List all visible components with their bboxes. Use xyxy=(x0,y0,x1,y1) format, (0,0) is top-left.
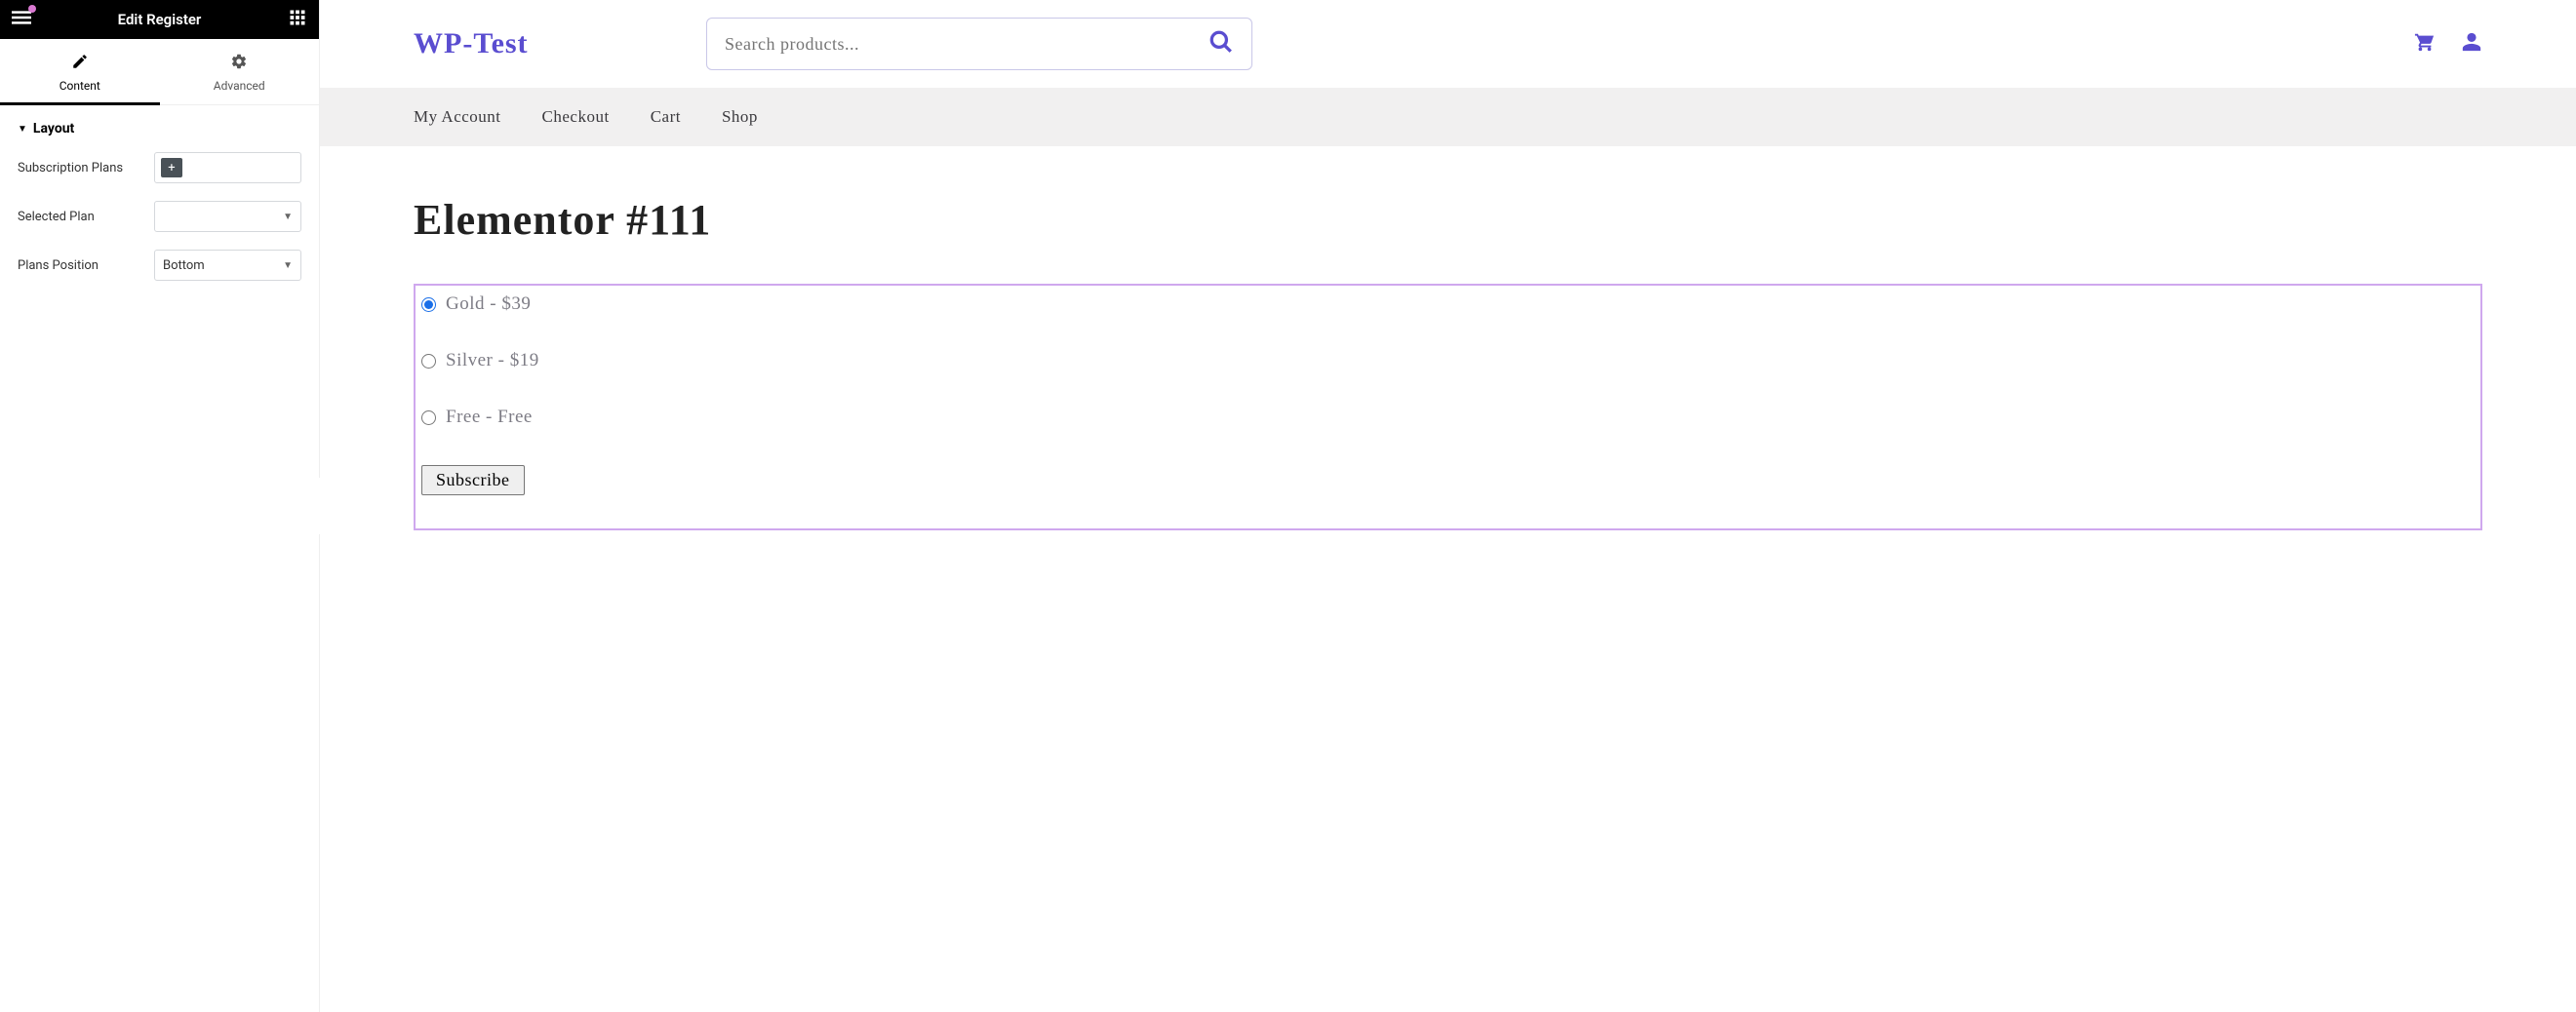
section-layout: ▼ Layout Subscription Plans + Selected P… xyxy=(0,105,319,291)
plan-radio[interactable] xyxy=(421,410,436,425)
control-subscription-plans: Subscription Plans + xyxy=(18,152,301,183)
subscription-plans-label: Subscription Plans xyxy=(18,161,144,175)
plans-position-value: Bottom xyxy=(163,258,205,273)
nav-shop[interactable]: Shop xyxy=(722,107,758,127)
caret-down-icon: ▼ xyxy=(18,124,27,135)
panel-header: Edit Register xyxy=(0,0,319,39)
user-icon xyxy=(2461,31,2482,53)
plus-icon: + xyxy=(168,162,175,175)
section-layout-title: Layout xyxy=(33,121,74,136)
section-layout-controls: Subscription Plans + Selected Plan ▼ xyxy=(0,146,319,291)
plan-list: Gold - $39 Silver - $19 Free - Free xyxy=(421,292,2475,428)
site-topbar: WP-Test xyxy=(320,0,2576,88)
gear-icon xyxy=(230,53,248,73)
control-selected-plan: Selected Plan ▼ xyxy=(18,201,301,232)
plan-label: Gold - $39 xyxy=(446,293,531,315)
chevron-down-icon: ▼ xyxy=(283,212,293,222)
plan-radio[interactable] xyxy=(421,297,436,312)
panel-title: Edit Register xyxy=(33,11,286,28)
plan-label: Free - Free xyxy=(446,407,533,428)
preview-area: WP-Test My Account Checkout Cart Shop xyxy=(320,0,2576,1012)
content-area: Elementor #111 Gold - $39 Silver - $19 F… xyxy=(320,146,2576,579)
plan-option[interactable]: Silver - $19 xyxy=(421,350,2475,371)
search-box xyxy=(706,18,1252,70)
section-layout-header[interactable]: ▼ Layout xyxy=(0,105,319,146)
grid-icon xyxy=(289,9,306,30)
cart-icon-button[interactable] xyxy=(2414,31,2436,57)
nav-checkout[interactable]: Checkout xyxy=(542,107,610,127)
cart-icon xyxy=(2414,31,2436,53)
page-heading: Elementor #111 xyxy=(414,195,2482,245)
nav-my-account[interactable]: My Account xyxy=(414,107,501,127)
control-plans-position: Plans Position Bottom ▼ xyxy=(18,250,301,281)
topbar-icons xyxy=(2414,31,2482,57)
chevron-down-icon: ▼ xyxy=(283,260,293,271)
panel-widgets-button[interactable] xyxy=(286,8,309,31)
nav-cart[interactable]: Cart xyxy=(651,107,681,127)
register-widget[interactable]: Gold - $39 Silver - $19 Free - Free Subs… xyxy=(414,284,2482,530)
search-button[interactable] xyxy=(1209,29,1234,58)
tab-advanced-label: Advanced xyxy=(214,79,265,93)
plan-option[interactable]: Gold - $39 xyxy=(421,293,2475,315)
pencil-icon xyxy=(71,53,89,73)
notification-dot-icon xyxy=(28,5,36,13)
plans-position-label: Plans Position xyxy=(18,258,144,273)
selected-plan-label: Selected Plan xyxy=(18,210,144,224)
plan-radio[interactable] xyxy=(421,354,436,369)
subscribe-button[interactable]: Subscribe xyxy=(421,465,525,495)
tab-advanced[interactable]: Advanced xyxy=(160,39,320,104)
site-nav: My Account Checkout Cart Shop xyxy=(320,88,2576,146)
plans-position-select[interactable]: Bottom ▼ xyxy=(154,250,301,281)
plan-option[interactable]: Free - Free xyxy=(421,407,2475,428)
tab-content[interactable]: Content xyxy=(0,39,160,105)
search-input[interactable] xyxy=(725,34,1209,55)
selected-plan-select[interactable]: ▼ xyxy=(154,201,301,232)
panel-tabs: Content Advanced xyxy=(0,39,319,105)
plan-label: Silver - $19 xyxy=(446,350,539,371)
add-plan-button[interactable]: + xyxy=(161,158,182,177)
subscription-plans-input[interactable]: + xyxy=(154,152,301,183)
editor-panel: Edit Register Content Advanced xyxy=(0,0,320,1012)
tab-content-label: Content xyxy=(59,79,100,93)
site-title[interactable]: WP-Test xyxy=(414,27,667,60)
panel-menu-button[interactable] xyxy=(10,8,33,31)
account-icon-button[interactable] xyxy=(2461,31,2482,57)
